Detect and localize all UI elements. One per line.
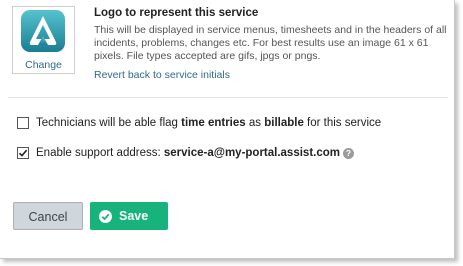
service-logo-icon [21, 10, 65, 52]
billable-text-start: Technicians will be able flag [36, 117, 182, 129]
cancel-button[interactable]: Cancel [13, 202, 83, 230]
billable-option: Technicians will be able flag time entri… [17, 117, 381, 129]
service-settings-panel: Change Logo to represent this service Th… [0, 0, 455, 259]
check-circle-icon [99, 209, 112, 223]
section-divider [8, 97, 448, 98]
support-address-text: Enable support address: [36, 147, 164, 159]
logo-info: Logo to represent this service This will… [94, 6, 449, 82]
billable-bold-billable: billable [264, 117, 304, 129]
service-logo-box[interactable]: Change [12, 6, 75, 74]
support-address-label[interactable]: Enable support address: service-a@my-por… [36, 147, 340, 159]
help-icon[interactable]: ? [343, 147, 354, 159]
checkmark-icon [18, 149, 28, 157]
support-address-option: Enable support address: service-a@my-por… [17, 147, 354, 159]
save-label: Save [119, 209, 149, 223]
billable-checkbox[interactable] [17, 117, 29, 129]
support-address-checkbox[interactable] [17, 147, 29, 159]
change-logo-link[interactable]: Change [13, 59, 74, 71]
billable-text-end: for this service [303, 117, 382, 129]
save-button[interactable]: Save [90, 202, 168, 230]
support-address-value: service-a@my-portal.assist.com [163, 147, 340, 159]
billable-bold-time-entries: time entries [181, 117, 246, 129]
billable-text-mid: as [245, 117, 265, 129]
logo-title: Logo to represent this service [94, 7, 259, 19]
billable-label[interactable]: Technicians will be able flag time entri… [36, 117, 381, 129]
logo-description: This will be displayed in service menus,… [94, 24, 447, 62]
revert-initials-link[interactable]: Revert back to service initials [94, 69, 449, 82]
